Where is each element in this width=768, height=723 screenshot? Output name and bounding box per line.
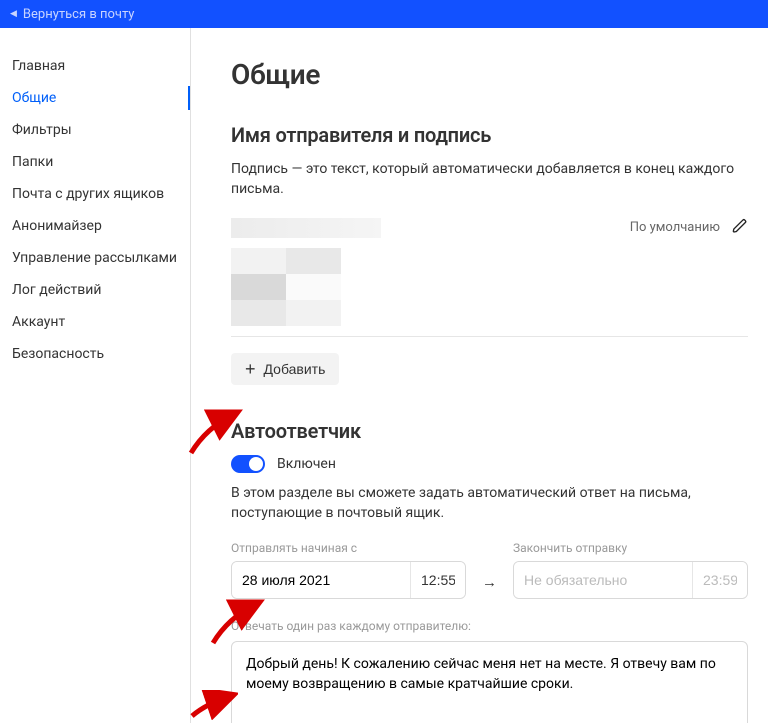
page-title: Общие (231, 58, 748, 91)
back-to-mail-link[interactable]: ◀ Вернуться в почту (10, 7, 134, 22)
sidebar-item-anonymizer[interactable]: Анонимайзер (0, 210, 190, 242)
signature-preview-redacted (231, 248, 341, 326)
sender-section-desc: Подпись — это текст, который автоматичес… (231, 159, 748, 200)
arrow-left-icon: ◀ (10, 9, 17, 19)
signature-name-redacted (231, 218, 381, 238)
sidebar-item-filters[interactable]: Фильтры (0, 114, 190, 146)
autoresponder-section: Автоответчик Включен В этом разделе вы с… (231, 419, 748, 723)
add-signature-label: Добавить (264, 361, 326, 377)
sidebar-item-subscriptions[interactable]: Управление рассылками (0, 242, 190, 274)
sidebar-list: Главная Общие Фильтры Папки Почта с друг… (0, 50, 190, 370)
content-pane: Общие Имя отправителя и подпись Подпись … (191, 28, 768, 723)
reply-once-label: Отвечать один раз каждому отправителю: (231, 619, 748, 633)
sidebar-item-account[interactable]: Аккаунт (0, 306, 190, 338)
end-date-input[interactable] (514, 562, 692, 598)
default-badge: По умолчанию (630, 220, 720, 235)
autoresponder-title: Автоответчик (231, 419, 748, 443)
autoresponder-toggle[interactable] (231, 455, 265, 473)
end-time-input[interactable] (692, 562, 747, 598)
arrow-right-icon: → (480, 573, 499, 599)
start-time-input[interactable] (410, 562, 465, 598)
sidebar-item-action-log[interactable]: Лог действий (0, 274, 190, 306)
settings-sidebar: Главная Общие Фильтры Папки Почта с друг… (0, 28, 191, 723)
start-date-label: Отправлять начиная с (231, 541, 466, 555)
toggle-knob-icon (249, 457, 263, 471)
end-date-label: Закончить отправку (513, 541, 748, 555)
sidebar-item-general[interactable]: Общие (0, 82, 190, 114)
sidebar-item-folders[interactable]: Папки (0, 146, 190, 178)
sidebar-item-other-mail[interactable]: Почта с других ящиков (0, 178, 190, 210)
topbar: ◀ Вернуться в почту (0, 0, 768, 28)
start-date-input[interactable] (232, 562, 410, 598)
edit-signature-icon[interactable] (732, 218, 748, 238)
add-signature-button[interactable]: + Добавить (231, 353, 339, 385)
sidebar-item-main[interactable]: Главная (0, 50, 190, 82)
autoresponder-textarea[interactable] (231, 641, 748, 723)
sidebar-item-security[interactable]: Безопасность (0, 338, 190, 370)
autoresponder-desc: В этом разделе вы сможете задать автомат… (231, 483, 748, 524)
signature-card: По умолчанию (231, 218, 748, 337)
autoresponder-enabled-label: Включен (277, 456, 336, 472)
plus-icon: + (245, 362, 256, 376)
sender-section-title: Имя отправителя и подпись (231, 123, 748, 147)
back-label: Вернуться в почту (23, 7, 135, 22)
